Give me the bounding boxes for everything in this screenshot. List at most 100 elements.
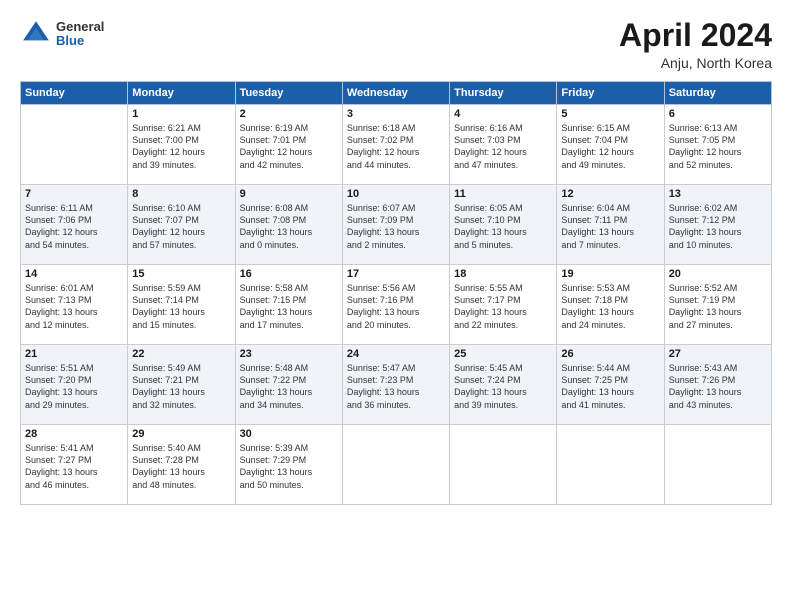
calendar-cell: 18Sunrise: 5:55 AM Sunset: 7:17 PM Dayli… — [450, 265, 557, 345]
calendar-table: Sunday Monday Tuesday Wednesday Thursday… — [20, 81, 772, 505]
date-number: 15 — [132, 268, 230, 280]
day-info: Sunrise: 5:39 AM Sunset: 7:29 PM Dayligh… — [240, 442, 338, 491]
day-info: Sunrise: 6:05 AM Sunset: 7:10 PM Dayligh… — [454, 202, 552, 251]
date-number: 24 — [347, 348, 445, 360]
calendar-cell: 29Sunrise: 5:40 AM Sunset: 7:28 PM Dayli… — [128, 425, 235, 505]
col-tuesday: Tuesday — [235, 82, 342, 105]
calendar-cell: 23 Sunrise: 5:48 AM Sunset: 7:22 PM Dayli… — [235, 345, 342, 425]
logo-icon — [20, 18, 52, 50]
page: General Blue April 2024 Anju, North Kore… — [0, 0, 792, 612]
calendar-cell: 8 Sunrise: 6:10 AM Sunset: 7:07 PM Daylig… — [128, 185, 235, 265]
calendar-cell: 15Sunrise: 5:59 AM Sunset: 7:14 PM Dayli… — [128, 265, 235, 345]
calendar-cell: 20 Sunrise: 5:52 AM Sunset: 7:19 PM Dayli… — [664, 265, 771, 345]
week-row-4: 21 Sunrise: 5:51 AM Sunset: 7:20 PM Dayli… — [21, 345, 772, 425]
calendar-cell — [21, 105, 128, 185]
day-info: Sunrise: 5:55 AM Sunset: 7:17 PM Dayligh… — [454, 282, 552, 331]
main-title: April 2024 — [619, 18, 772, 53]
calendar-cell: 25 Sunrise: 5:45 AM Sunset: 7:24 PM Dayli… — [450, 345, 557, 425]
calendar-cell: 28 Sunrise: 5:41 AM Sunset: 7:27 PM Dayli… — [21, 425, 128, 505]
day-info: Sunrise: 5:40 AM Sunset: 7:28 PM Dayligh… — [132, 442, 230, 491]
calendar-cell: 19 Sunrise: 5:53 AM Sunset: 7:18 PM Dayli… — [557, 265, 664, 345]
day-info: Sunrise: 5:51 AM Sunset: 7:20 PM Dayligh… — [25, 362, 123, 411]
day-info: Sunrise: 5:52 AM Sunset: 7:19 PM Dayligh… — [669, 282, 767, 331]
calendar-cell — [450, 425, 557, 505]
day-info: Sunrise: 5:49 AM Sunset: 7:21 PM Dayligh… — [132, 362, 230, 411]
day-info: Sunrise: 5:58 AM Sunset: 7:15 PM Dayligh… — [240, 282, 338, 331]
logo: General Blue — [20, 18, 104, 50]
date-number: 22 — [132, 348, 230, 360]
date-number: 13 — [669, 188, 767, 200]
calendar-cell: 27 Sunrise: 5:43 AM Sunset: 7:26 PM Dayli… — [664, 345, 771, 425]
day-info: Sunrise: 6:01 AM Sunset: 7:13 PM Dayligh… — [25, 282, 123, 331]
calendar-cell: 6 Sunrise: 6:13 AM Sunset: 7:05 PM Daylig… — [664, 105, 771, 185]
date-number: 23 — [240, 348, 338, 360]
col-friday: Friday — [557, 82, 664, 105]
calendar-cell: 14 Sunrise: 6:01 AM Sunset: 7:13 PM Dayli… — [21, 265, 128, 345]
day-info: Sunrise: 6:18 AM Sunset: 7:02 PM Dayligh… — [347, 122, 445, 171]
day-info: Sunrise: 5:56 AM Sunset: 7:16 PM Dayligh… — [347, 282, 445, 331]
day-info: Sunrise: 6:08 AM Sunset: 7:08 PM Dayligh… — [240, 202, 338, 251]
calendar-cell: 2Sunrise: 6:19 AM Sunset: 7:01 PM Daylig… — [235, 105, 342, 185]
calendar-cell: 10 Sunrise: 6:07 AM Sunset: 7:09 PM Dayli… — [342, 185, 449, 265]
day-info: Sunrise: 6:07 AM Sunset: 7:09 PM Dayligh… — [347, 202, 445, 251]
day-info: Sunrise: 6:10 AM Sunset: 7:07 PM Dayligh… — [132, 202, 230, 251]
calendar-cell: 24 Sunrise: 5:47 AM Sunset: 7:23 PM Dayli… — [342, 345, 449, 425]
day-info: Sunrise: 5:45 AM Sunset: 7:24 PM Dayligh… — [454, 362, 552, 411]
date-number: 17 — [347, 268, 445, 280]
date-number: 8 — [132, 188, 230, 200]
calendar-cell: 21 Sunrise: 5:51 AM Sunset: 7:20 PM Dayli… — [21, 345, 128, 425]
calendar-cell: 13 Sunrise: 6:02 AM Sunset: 7:12 PM Dayli… — [664, 185, 771, 265]
day-info: Sunrise: 5:43 AM Sunset: 7:26 PM Dayligh… — [669, 362, 767, 411]
col-wednesday: Wednesday — [342, 82, 449, 105]
subtitle: Anju, North Korea — [619, 55, 772, 71]
week-row-2: 7Sunrise: 6:11 AM Sunset: 7:06 PM Daylig… — [21, 185, 772, 265]
header: General Blue April 2024 Anju, North Kore… — [20, 18, 772, 71]
date-number: 20 — [669, 268, 767, 280]
date-number: 14 — [25, 268, 123, 280]
date-number: 12 — [561, 188, 659, 200]
calendar-cell: 7Sunrise: 6:11 AM Sunset: 7:06 PM Daylig… — [21, 185, 128, 265]
calendar-cell: 22 Sunrise: 5:49 AM Sunset: 7:21 PM Dayli… — [128, 345, 235, 425]
week-row-3: 14 Sunrise: 6:01 AM Sunset: 7:13 PM Dayli… — [21, 265, 772, 345]
date-number: 11 — [454, 188, 552, 200]
date-number: 7 — [25, 188, 123, 200]
day-info: Sunrise: 6:13 AM Sunset: 7:05 PM Dayligh… — [669, 122, 767, 171]
date-number: 10 — [347, 188, 445, 200]
header-row: Sunday Monday Tuesday Wednesday Thursday… — [21, 82, 772, 105]
week-row-1: 1 Sunrise: 6:21 AM Sunset: 7:00 PM Daylig… — [21, 105, 772, 185]
date-number: 9 — [240, 188, 338, 200]
day-info: Sunrise: 5:48 AM Sunset: 7:22 PM Dayligh… — [240, 362, 338, 411]
day-info: Sunrise: 6:19 AM Sunset: 7:01 PM Dayligh… — [240, 122, 338, 171]
day-info: Sunrise: 6:16 AM Sunset: 7:03 PM Dayligh… — [454, 122, 552, 171]
date-number: 27 — [669, 348, 767, 360]
day-info: Sunrise: 6:04 AM Sunset: 7:11 PM Dayligh… — [561, 202, 659, 251]
col-monday: Monday — [128, 82, 235, 105]
date-number: 16 — [240, 268, 338, 280]
day-info: Sunrise: 6:15 AM Sunset: 7:04 PM Dayligh… — [561, 122, 659, 171]
day-info: Sunrise: 5:47 AM Sunset: 7:23 PM Dayligh… — [347, 362, 445, 411]
calendar-cell: 3 Sunrise: 6:18 AM Sunset: 7:02 PM Daylig… — [342, 105, 449, 185]
calendar-cell — [557, 425, 664, 505]
calendar-cell: 26 Sunrise: 5:44 AM Sunset: 7:25 PM Dayli… — [557, 345, 664, 425]
day-info: Sunrise: 5:41 AM Sunset: 7:27 PM Dayligh… — [25, 442, 123, 491]
date-number: 30 — [240, 428, 338, 440]
date-number: 3 — [347, 108, 445, 120]
date-number: 19 — [561, 268, 659, 280]
calendar-cell: 9 Sunrise: 6:08 AM Sunset: 7:08 PM Daylig… — [235, 185, 342, 265]
day-info: Sunrise: 6:02 AM Sunset: 7:12 PM Dayligh… — [669, 202, 767, 251]
day-info: Sunrise: 5:44 AM Sunset: 7:25 PM Dayligh… — [561, 362, 659, 411]
col-thursday: Thursday — [450, 82, 557, 105]
day-info: Sunrise: 6:21 AM Sunset: 7:00 PM Dayligh… — [132, 122, 230, 171]
date-number: 6 — [669, 108, 767, 120]
day-info: Sunrise: 5:53 AM Sunset: 7:18 PM Dayligh… — [561, 282, 659, 331]
date-number: 1 — [132, 108, 230, 120]
date-number: 28 — [25, 428, 123, 440]
calendar-cell — [664, 425, 771, 505]
logo-general-text: General — [56, 20, 104, 34]
calendar-cell — [342, 425, 449, 505]
calendar-cell: 5Sunrise: 6:15 AM Sunset: 7:04 PM Daylig… — [557, 105, 664, 185]
date-number: 21 — [25, 348, 123, 360]
date-number: 26 — [561, 348, 659, 360]
calendar-cell: 17 Sunrise: 5:56 AM Sunset: 7:16 PM Dayli… — [342, 265, 449, 345]
date-number: 25 — [454, 348, 552, 360]
